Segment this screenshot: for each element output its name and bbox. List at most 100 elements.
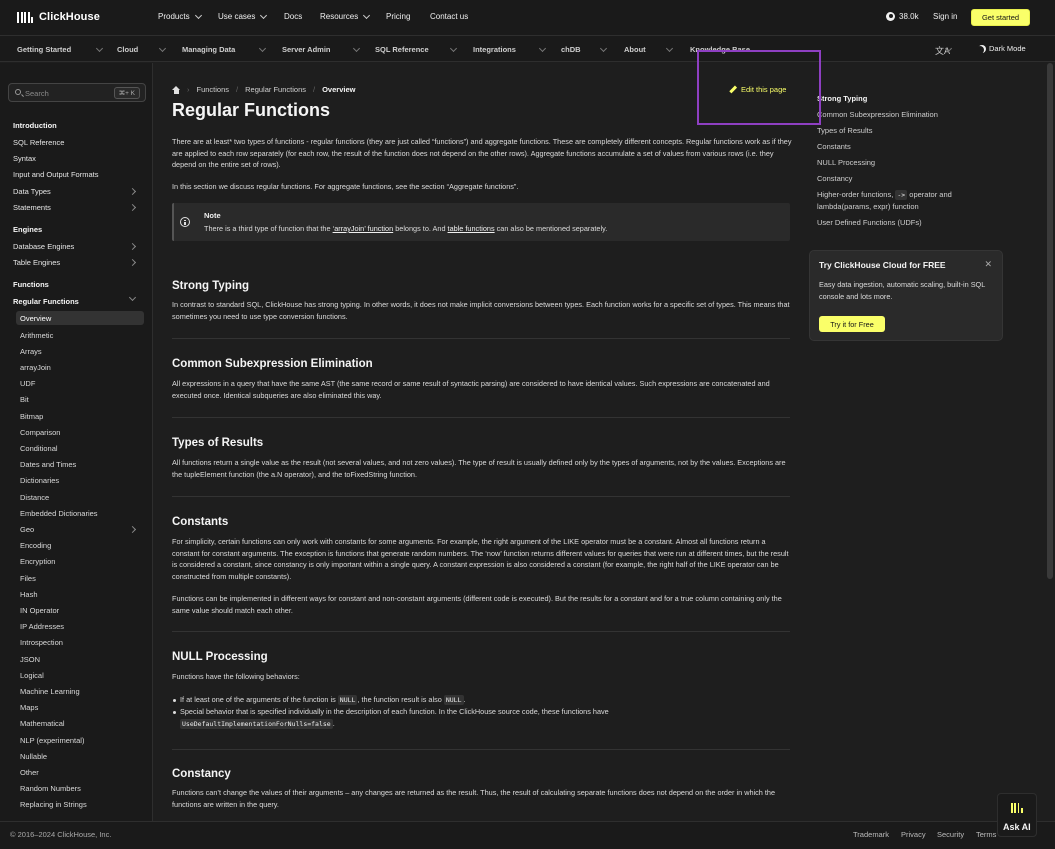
- toc-item-types-of-results[interactable]: Types of Results: [817, 126, 872, 135]
- toc-item-constants[interactable]: Constants: [817, 142, 851, 151]
- sidebar-item-nlp-experimental[interactable]: NLP (experimental): [20, 736, 84, 745]
- toc-item-null-processing[interactable]: NULL Processing: [817, 158, 875, 167]
- sidebar-item-engines[interactable]: Engines: [13, 225, 42, 234]
- sidebar-item-random-numbers[interactable]: Random Numbers: [20, 784, 81, 793]
- breadcrumb-item[interactable]: Regular Functions: [245, 85, 306, 94]
- sidebar-item-introduction[interactable]: Introduction: [13, 121, 57, 130]
- chevron-down-icon[interactable]: [128, 294, 137, 302]
- sidebar-item-json[interactable]: JSON: [20, 655, 40, 664]
- chevron-right-icon[interactable]: [128, 242, 137, 251]
- try-for-free-button[interactable]: Try it for Free: [819, 316, 885, 332]
- sidebar-item-conditional[interactable]: Conditional: [20, 444, 58, 453]
- sidebar-item-overview[interactable]: Overview: [20, 314, 51, 323]
- close-icon[interactable]: ✕: [984, 259, 992, 270]
- toc-item-cse[interactable]: Common Subexpression Elimination: [817, 110, 938, 119]
- sidebar-item-database-engines[interactable]: Database Engines: [13, 242, 74, 251]
- sidebar-item-table-engines[interactable]: Table Engines: [13, 258, 60, 267]
- sign-in-link[interactable]: Sign in: [933, 12, 957, 21]
- chevron-right-icon[interactable]: [128, 203, 137, 211]
- intro-paragraph: There are at least* two types of functio…: [172, 137, 792, 169]
- sidebar-item-arrays[interactable]: Arrays: [20, 347, 42, 356]
- sidebar-item-bit[interactable]: Bit: [20, 395, 29, 404]
- sidebar-item-functions[interactable]: Functions: [13, 280, 49, 289]
- sidebar-item-encoding[interactable]: Encoding: [20, 541, 51, 550]
- section-heading: Types of Results: [172, 437, 264, 449]
- page-scrollbar[interactable]: [1047, 63, 1053, 579]
- sidebar-item-syntax[interactable]: Syntax: [13, 154, 36, 163]
- table-functions-link[interactable]: table functions: [448, 224, 495, 233]
- sidebar-item-nullable[interactable]: Nullable: [20, 752, 47, 761]
- secnav-about[interactable]: About: [624, 45, 646, 54]
- sidebar-item-hash[interactable]: Hash: [20, 590, 38, 599]
- section-text: In contrast to standard SQL, ClickHouse …: [172, 300, 790, 321]
- sidebar-item-udf[interactable]: UDF: [20, 379, 35, 388]
- chevron-down-icon: [363, 11, 371, 19]
- nav-contact-us[interactable]: Contact us: [430, 12, 468, 21]
- ask-ai-button[interactable]: Ask AI: [997, 793, 1037, 837]
- sidebar-item-regular-functions[interactable]: Regular Functions: [13, 297, 79, 306]
- nav-use-cases[interactable]: Use cases: [218, 11, 268, 21]
- sidebar-item-files[interactable]: Files: [20, 574, 36, 583]
- toc-item-constancy[interactable]: Constancy: [817, 174, 852, 183]
- secnav-chdb[interactable]: chDB: [561, 45, 581, 54]
- footer-link-trademark[interactable]: Trademark: [853, 830, 889, 839]
- get-started-button[interactable]: Get started: [971, 9, 1030, 26]
- section-text: All functions return a single value as t…: [172, 458, 786, 479]
- breadcrumb-item[interactable]: Functions: [197, 85, 230, 94]
- sidebar-item-data-types[interactable]: Data Types: [13, 187, 51, 196]
- nav-docs[interactable]: Docs: [284, 12, 302, 21]
- sidebar-item-dates-and-times[interactable]: Dates and Times: [20, 460, 76, 469]
- nav-products[interactable]: Products: [158, 11, 202, 21]
- sidebar-item-statements[interactable]: Statements: [13, 203, 51, 212]
- chevron-right-icon[interactable]: [128, 259, 137, 267]
- toc-item-strong-typing[interactable]: Strong Typing: [817, 94, 867, 103]
- list-item: If at least one of the arguments of the …: [172, 694, 792, 706]
- sidebar-item-distance[interactable]: Distance: [20, 493, 49, 502]
- sidebar-item-mathematical[interactable]: Mathematical: [20, 719, 65, 728]
- footer-link-security[interactable]: Security: [937, 830, 964, 839]
- clickhouse-logo[interactable]: ClickHouse: [17, 11, 100, 23]
- sidebar-item-logical[interactable]: Logical: [20, 671, 44, 680]
- dark-mode-toggle[interactable]: Dark Mode: [977, 44, 1026, 53]
- sidebar-item-in-operator[interactable]: IN Operator: [20, 606, 59, 615]
- secnav-server-admin[interactable]: Server Admin: [282, 45, 331, 54]
- sidebar-item-encryption[interactable]: Encryption: [20, 557, 55, 566]
- search-input[interactable]: Search ⌘+ K: [8, 83, 146, 102]
- chevron-right-icon[interactable]: [128, 187, 137, 195]
- sidebar-item-other[interactable]: Other: [20, 768, 39, 777]
- sidebar-item-arithmetic[interactable]: Arithmetic: [20, 331, 53, 340]
- footer-link-privacy[interactable]: Privacy: [901, 830, 926, 839]
- chevron-right-icon[interactable]: [128, 525, 137, 534]
- sidebar-item-introspection[interactable]: Introspection: [20, 638, 63, 647]
- list-item: Special behavior that is specified indiv…: [172, 706, 792, 730]
- sidebar-item-dictionaries[interactable]: Dictionaries: [20, 476, 59, 485]
- nav-pricing[interactable]: Pricing: [386, 12, 410, 21]
- toc-item-higher-order[interactable]: Higher-order functions, -> operator and l…: [817, 189, 952, 213]
- secnav-getting-started[interactable]: Getting Started: [17, 45, 71, 54]
- sidebar-item-maps[interactable]: Maps: [20, 703, 38, 712]
- sidebar-item-machine-learning[interactable]: Machine Learning: [20, 687, 80, 696]
- sidebar-item-ip-addresses[interactable]: IP Addresses: [20, 622, 64, 631]
- home-icon[interactable]: [172, 86, 180, 94]
- sidebar-item-sql-reference[interactable]: SQL Reference: [13, 138, 64, 147]
- sidebar-item-arrayjoin[interactable]: arrayJoin: [20, 363, 51, 372]
- brand-name: ClickHouse: [39, 11, 100, 23]
- toc-item-udf[interactable]: User Defined Functions (UDFs): [817, 218, 922, 227]
- nav-resources[interactable]: Resources: [320, 11, 371, 21]
- sidebar-item-input-and-output-formats[interactable]: Input and Output Formats: [13, 170, 98, 179]
- arrayjoin-link[interactable]: ‘arrayJoin’ function: [333, 224, 394, 233]
- note-title: Note: [204, 211, 221, 220]
- secnav-cloud[interactable]: Cloud: [117, 45, 138, 54]
- github-stars-link[interactable]: 38.0k: [886, 12, 919, 21]
- sidebar-item-embedded-dictionaries[interactable]: Embedded Dictionaries: [20, 509, 98, 518]
- secnav-managing-data[interactable]: Managing Data: [182, 45, 235, 54]
- sidebar-item-replacing-in-strings[interactable]: Replacing in Strings: [20, 800, 87, 809]
- sidebar-item-geo[interactable]: Geo: [20, 525, 34, 534]
- footer-link-terms[interactable]: Terms: [976, 830, 996, 839]
- secnav-sql-reference[interactable]: SQL Reference: [375, 45, 429, 54]
- sidebar-item-comparison[interactable]: Comparison: [20, 428, 60, 437]
- section-divider: [172, 338, 790, 339]
- clickhouse-logo-icon: [17, 11, 33, 23]
- sidebar-item-bitmap[interactable]: Bitmap: [20, 412, 43, 421]
- secnav-integrations[interactable]: Integrations: [473, 45, 516, 54]
